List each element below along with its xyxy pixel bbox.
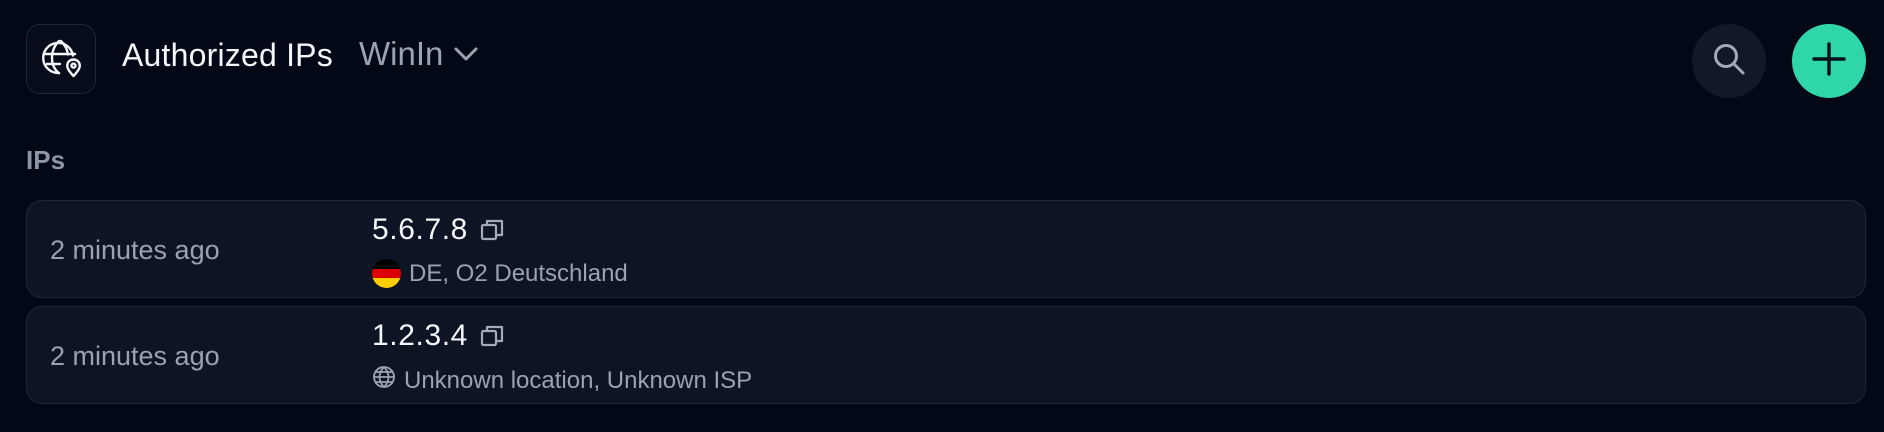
ip-address-group: 5.6.7.8: [372, 213, 504, 247]
ip-row[interactable]: 2 minutes ago 5.6.7.8 DE, O2 Deutschland: [26, 200, 1866, 298]
ip-time: 2 minutes ago: [50, 341, 220, 371]
globe-location-icon: [26, 24, 96, 94]
section-label: IPs: [26, 145, 66, 175]
copy-icon[interactable]: [480, 218, 504, 242]
add-ip-button[interactable]: [1792, 24, 1866, 98]
chevron-down-icon: [453, 45, 479, 63]
ip-address-group: 1.2.3.4: [372, 319, 504, 353]
page-title: Authorized IPs: [122, 37, 333, 73]
authorized-ips-page: Authorized IPs WinIn IPs 2 minutes ago 5…: [0, 0, 1884, 432]
ip-address: 1.2.3.4: [372, 319, 468, 352]
search-button[interactable]: [1692, 24, 1766, 98]
copy-icon[interactable]: [480, 324, 504, 348]
ip-time: 2 minutes ago: [50, 235, 220, 265]
workspace-selector[interactable]: WinIn: [359, 33, 479, 75]
globe-icon: [372, 365, 396, 396]
ip-list: 2 minutes ago 5.6.7.8 DE, O2 Deutschland: [26, 200, 1866, 412]
ip-address: 5.6.7.8: [372, 213, 468, 246]
ip-location: DE, O2 Deutschland: [372, 259, 628, 288]
ip-location-text: Unknown location, Unknown ISP: [404, 366, 753, 394]
ip-row[interactable]: 2 minutes ago 1.2.3.4 Unknown location, …: [26, 306, 1866, 404]
search-icon: [1711, 41, 1747, 82]
page-header: Authorized IPs WinIn: [26, 24, 1866, 98]
plus-icon: [1810, 40, 1848, 83]
workspace-name: WinIn: [359, 35, 444, 72]
ip-location-text: DE, O2 Deutschland: [409, 259, 628, 287]
ip-location: Unknown location, Unknown ISP: [372, 365, 752, 396]
germany-flag-icon: [372, 259, 401, 288]
